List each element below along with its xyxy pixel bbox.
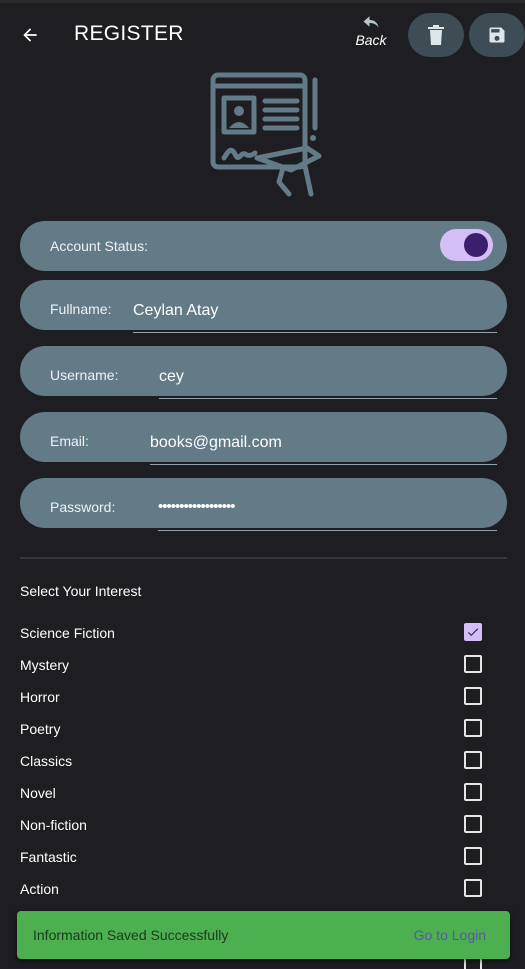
interest-label: Novel [20, 785, 56, 801]
app-bar: REGISTER Back [0, 0, 525, 64]
interest-label: Poetry [20, 721, 61, 737]
interest-checkbox[interactable] [464, 847, 482, 865]
back-button-label: Back [355, 32, 387, 48]
interest-item[interactable]: Mystery [20, 651, 485, 679]
back-button[interactable]: Back [350, 15, 392, 53]
go-to-login-button[interactable]: Go to Login [414, 927, 486, 943]
interest-section-title: Select Your Interest [20, 583, 142, 599]
interest-item[interactable]: Action [20, 875, 485, 903]
fullname-row: Fullname: Ceylan Atay [20, 280, 507, 333]
check-icon [467, 628, 479, 637]
interest-checkbox[interactable] [464, 783, 482, 801]
account-status-toggle[interactable] [440, 229, 493, 261]
interest-item[interactable]: Poetry [20, 715, 485, 743]
register-illustration [207, 70, 327, 198]
username-field[interactable]: cey [159, 368, 184, 386]
password-label: Password: [50, 499, 116, 515]
username-label: Username: [50, 367, 119, 383]
password-row: Password: •••••••••••••••••• [20, 478, 507, 531]
interest-item[interactable]: Novel [20, 779, 485, 807]
email-underline [150, 464, 497, 465]
undo-icon [363, 16, 379, 28]
interest-item[interactable]: Non-fiction [20, 811, 485, 839]
fullname-field[interactable]: Ceylan Atay [133, 302, 218, 320]
account-status-label: Account Status: [50, 238, 149, 254]
page-title: REGISTER [74, 22, 184, 45]
snackbar: Information Saved Successfully Go to Log… [17, 911, 510, 959]
account-status-row: Account Status: [20, 221, 507, 271]
interest-label: Action [20, 881, 59, 897]
password-underline [158, 530, 497, 531]
interest-label: Science Fiction [20, 625, 115, 641]
interest-label: Fantastic [20, 849, 77, 865]
interest-checkbox[interactable] [464, 815, 482, 833]
interest-checkbox[interactable] [464, 655, 482, 673]
interest-checkbox[interactable] [464, 623, 482, 641]
snackbar-message: Information Saved Successfully [33, 927, 229, 943]
email-label: Email: [50, 433, 89, 449]
trash-icon [428, 25, 444, 45]
save-button[interactable] [469, 13, 525, 57]
back-arrow-button[interactable] [18, 23, 42, 47]
email-row: Email: books@gmail.com [20, 412, 507, 465]
interest-checkbox[interactable] [464, 751, 482, 769]
interest-item[interactable]: Classics [20, 747, 485, 775]
save-icon [489, 27, 505, 43]
delete-button[interactable] [408, 13, 464, 57]
interest-item[interactable]: Fantastic [20, 843, 485, 871]
interest-checkbox[interactable] [464, 879, 482, 897]
arrow-back-icon [23, 28, 37, 42]
toggle-knob [464, 233, 488, 257]
interest-label: Mystery [20, 657, 69, 673]
interest-label: Non-fiction [20, 817, 87, 833]
interest-label: Horror [20, 689, 60, 705]
interest-checkbox[interactable] [464, 719, 482, 737]
username-row: Username: cey [20, 346, 507, 399]
interest-item[interactable]: Horror [20, 683, 485, 711]
username-underline [159, 398, 497, 399]
fullname-underline [133, 332, 497, 333]
password-field[interactable]: •••••••••••••••••• [158, 498, 236, 515]
interest-label: Classics [20, 753, 73, 769]
interest-checkbox[interactable] [464, 687, 482, 705]
divider [20, 557, 507, 559]
interest-item[interactable]: Science Fiction [20, 619, 485, 647]
email-field[interactable]: books@gmail.com [150, 434, 282, 452]
fullname-label: Fullname: [50, 301, 112, 317]
